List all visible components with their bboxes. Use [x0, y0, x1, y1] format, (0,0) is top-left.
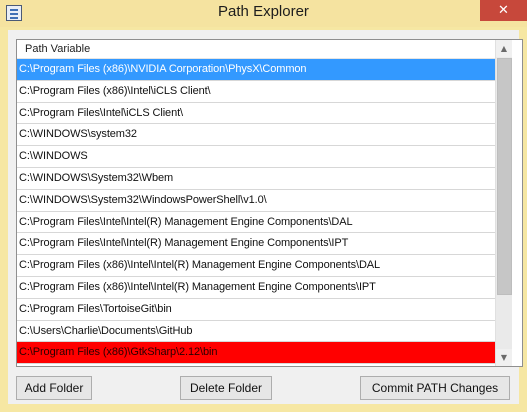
path-listview[interactable]: Path Variable C:\Program Files (x86)\NVI… [16, 39, 523, 367]
commit-path-changes-button[interactable]: Commit PATH Changes [360, 376, 510, 400]
list-item-label: C:\Program Files\TortoiseGit\bin [19, 302, 172, 315]
list-item[interactable]: C:\WINDOWS\system32 [17, 124, 495, 147]
scroll-up-icon[interactable]: ▲ [496, 40, 512, 57]
column-header-path-variable[interactable]: Path Variable [17, 40, 495, 59]
path-explorer-window: Path Explorer ✕ Path Variable C:\Program… [0, 0, 527, 412]
list-item[interactable]: C:\Program Files\TortoiseGit\bin [17, 298, 495, 321]
path-list: C:\Program Files (x86)\NVIDIA Corporatio… [17, 59, 495, 366]
list-item[interactable]: C:\Program Files\Intel\Intel(R) Manageme… [17, 211, 495, 234]
close-icon[interactable]: ✕ [480, 0, 527, 21]
client-area: Path Variable C:\Program Files (x86)\NVI… [8, 30, 523, 404]
list-item-label: C:\Program Files (x86)\GtkSharp\2.12\bin [19, 346, 218, 359]
list-item-label: C:\WINDOWS\system32 [19, 128, 137, 141]
list-item[interactable]: C:\WINDOWS\System32\Wbem [17, 168, 495, 190]
list-item-label: C:\Users\Charlie\Documents\GitHub [19, 324, 193, 337]
list-item-label: C:\WINDOWS [19, 150, 88, 163]
list-item[interactable]: C:\WINDOWS\System32\WindowsPowerShell\v1… [17, 189, 495, 212]
list-item-label: C:\Program Files (x86)\Intel\iCLS Client… [19, 84, 211, 97]
list-item[interactable]: C:\Program Files (x86)\NVIDIA Corporatio… [17, 59, 495, 81]
list-item-label: C:\Program Files (x86)\Intel\Intel(R) Ma… [19, 281, 376, 293]
list-item[interactable]: C:\Program Files (x86)\Intel\Intel(R) Ma… [17, 277, 495, 299]
list-item[interactable]: C:\Program Files\Intel\iCLS Client\ [17, 102, 495, 125]
list-item-label: C:\Program Files\Intel\Intel(R) Manageme… [19, 215, 353, 228]
list-item-label: C:\WINDOWS\System32\WindowsPowerShell\v1… [19, 193, 267, 206]
list-item[interactable]: C:\Users\Charlie\Documents\GitHub [17, 320, 495, 343]
list-item-label: C:\Program Files\Intel\iCLS Client\ [19, 106, 183, 119]
list-item[interactable]: C:\Program Files (x86)\Intel\Intel(R) Ma… [17, 255, 495, 277]
scroll-down-icon[interactable]: ▼ [496, 349, 512, 366]
add-folder-button[interactable]: Add Folder [16, 376, 92, 400]
list-item[interactable]: C:\Program Files\Intel\Intel(R) Manageme… [17, 233, 495, 256]
delete-folder-button[interactable]: Delete Folder [180, 376, 272, 400]
list-item[interactable]: C:\Program Files (x86)\Intel\iCLS Client… [17, 80, 495, 103]
list-item[interactable]: C:\Program Files (x86)\GtkSharp\2.12\bin [17, 342, 495, 365]
list-item[interactable]: C:\WINDOWS [17, 146, 495, 168]
vertical-scrollbar[interactable]: ▲ ▼ [495, 40, 512, 366]
list-item-label: C:\Program Files (x86)\Intel\Intel(R) Ma… [19, 259, 381, 272]
list-item-label: C:\Program Files\Intel\Intel(R) Manageme… [19, 237, 349, 250]
window-title: Path Explorer [218, 3, 309, 20]
column-header-label: Path Variable [25, 43, 91, 55]
scroll-thumb[interactable] [497, 58, 512, 295]
list-item-label: C:\Program Files (x86)\NVIDIA Corporatio… [19, 63, 307, 75]
list-item-label: C:\WINDOWS\System32\Wbem [19, 172, 174, 184]
title-bar[interactable]: Path Explorer ✕ [0, 0, 527, 27]
